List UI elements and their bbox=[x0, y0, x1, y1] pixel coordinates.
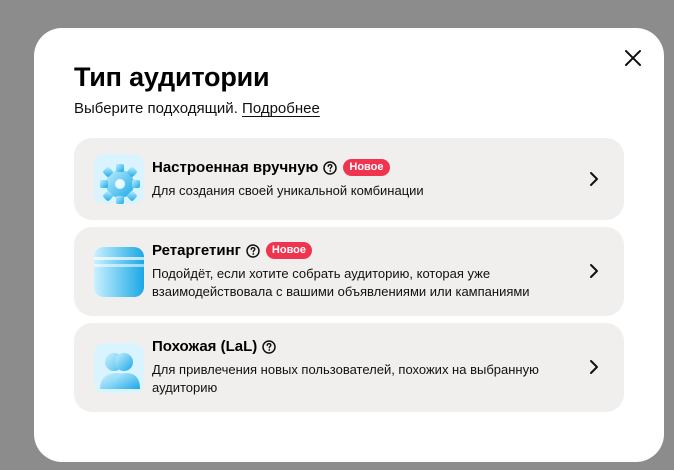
card-title-row: Ретаргетинг Новое bbox=[152, 242, 313, 259]
card-title: Похожая (LaL) bbox=[152, 338, 258, 355]
new-badge: Новое bbox=[265, 242, 313, 259]
close-icon bbox=[625, 50, 641, 66]
card-description: Для привлечения новых пользователей, пох… bbox=[152, 362, 539, 395]
help-icon[interactable] bbox=[262, 339, 276, 354]
audience-type-modal: Тип аудитории Выберите подходящий. Подро… bbox=[34, 28, 664, 462]
chevron-right-icon bbox=[590, 360, 598, 374]
chevron-right-icon bbox=[590, 264, 598, 278]
audience-option-manual[interactable]: Настроенная вручную Новое Для создания с… bbox=[74, 138, 624, 220]
gear-icon bbox=[94, 154, 144, 204]
audience-option-lookalike[interactable]: Похожая (LaL) Для привлечения новых поль… bbox=[74, 323, 624, 412]
audience-option-retargeting[interactable]: Ретаргетинг Новое Подойдёт, если хотите … bbox=[74, 227, 624, 316]
card-description: Для создания своей уникальной комбинации bbox=[152, 183, 424, 198]
card-title: Ретаргетинг bbox=[152, 242, 241, 259]
subtitle-text: Выберите подходящий. bbox=[74, 100, 238, 117]
new-badge: Новое bbox=[343, 159, 390, 176]
card-title: Настроенная вручную bbox=[152, 159, 319, 176]
more-link[interactable]: Подробнее bbox=[242, 100, 320, 117]
users-icon bbox=[94, 343, 144, 393]
layers-icon bbox=[94, 247, 144, 297]
modal-title: Тип аудитории bbox=[74, 62, 270, 92]
help-icon[interactable] bbox=[246, 243, 260, 258]
close-button[interactable] bbox=[621, 46, 645, 70]
chevron-right-icon bbox=[590, 172, 598, 186]
card-description: Подойдёт, если хотите собрать аудиторию,… bbox=[152, 266, 530, 299]
card-title-row: Похожая (LaL) bbox=[152, 338, 276, 355]
card-title-row: Настроенная вручную Новое bbox=[152, 159, 390, 176]
modal-subtitle: Выберите подходящий. Подробнее bbox=[74, 100, 320, 117]
help-icon[interactable] bbox=[323, 160, 338, 175]
